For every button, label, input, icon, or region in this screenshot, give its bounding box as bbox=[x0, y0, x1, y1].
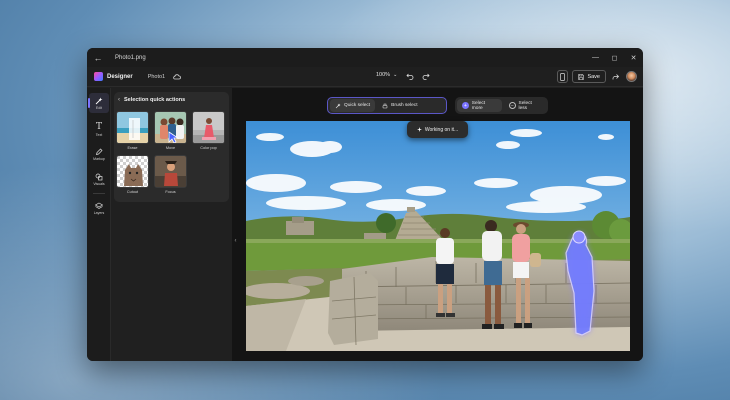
brush-icon bbox=[382, 103, 388, 108]
working-status-toast: Working on it... bbox=[407, 121, 468, 138]
close-button[interactable]: ✕ bbox=[624, 48, 643, 67]
layers-icon bbox=[95, 202, 103, 209]
quick-select-label: Quick select bbox=[344, 103, 371, 108]
rail-label-markup: Markup bbox=[93, 156, 105, 161]
save-label: Save bbox=[587, 73, 600, 80]
select-more-label: Select more bbox=[471, 100, 486, 111]
action-erase[interactable] bbox=[116, 111, 149, 144]
minimize-button[interactable]: — bbox=[586, 48, 605, 67]
zoom-dropdown[interactable]: 100% ⌄ bbox=[376, 72, 397, 78]
ruins-photo bbox=[246, 121, 630, 351]
rail-label-visuals: Visuals bbox=[93, 181, 105, 186]
quick-select-icon bbox=[335, 103, 341, 108]
avatar[interactable] bbox=[626, 71, 637, 82]
action-label-focus: Focus bbox=[165, 190, 176, 194]
select-more-button[interactable]: + Select more bbox=[457, 99, 502, 112]
action-label-color-pop: Color pop bbox=[200, 146, 217, 150]
text-icon: T bbox=[95, 122, 102, 132]
back-arrow-icon[interactable]: ← bbox=[89, 48, 107, 67]
app-name: Designer bbox=[107, 73, 133, 80]
back-chevron-icon[interactable]: ‹ bbox=[118, 97, 120, 103]
rail-item-edit[interactable]: Edit bbox=[88, 93, 109, 113]
action-label-move: Move bbox=[165, 146, 176, 150]
cloud-sync-icon[interactable] bbox=[173, 73, 181, 81]
rail-item-text[interactable]: T Text bbox=[89, 120, 109, 140]
selection-mode-toolbar: Quick select Brush select bbox=[327, 97, 447, 114]
brush-select-label: Brush select bbox=[391, 103, 418, 108]
mobile-preview-button[interactable] bbox=[557, 70, 569, 83]
rail-label-text: Text bbox=[95, 133, 103, 137]
redo-icon[interactable] bbox=[421, 71, 431, 81]
save-icon bbox=[578, 73, 585, 80]
designer-logo-icon bbox=[94, 72, 103, 81]
left-rail: Edit T Text Markup Visuals Layers bbox=[87, 88, 111, 361]
title-bar: ← Photo1.png — ◻ ✕ bbox=[87, 48, 643, 67]
action-color-pop[interactable] bbox=[192, 111, 225, 144]
move-thumbnail bbox=[155, 112, 186, 143]
working-status-text: Working on it... bbox=[424, 126, 459, 133]
pen-icon bbox=[96, 148, 103, 155]
action-focus[interactable] bbox=[154, 155, 187, 188]
cutout-thumbnail bbox=[117, 156, 148, 187]
sparkle-icon bbox=[416, 127, 422, 132]
app-bar: Designer Photo1 100% ⌄ Save bbox=[87, 67, 643, 87]
undo-icon[interactable] bbox=[405, 71, 415, 81]
document-name[interactable]: Photo1 bbox=[148, 74, 165, 80]
rail-label-edit: Edit bbox=[95, 105, 103, 110]
window-title: Photo1.png bbox=[115, 54, 146, 61]
rail-item-markup[interactable]: Markup bbox=[89, 144, 109, 164]
minus-icon: – bbox=[508, 102, 516, 109]
action-cutout[interactable] bbox=[116, 155, 149, 188]
action-move[interactable] bbox=[154, 111, 187, 144]
selection-quick-actions-panel: ‹ Selection quick actions Erase Move Col… bbox=[114, 92, 229, 202]
action-label-cutout: Cutout bbox=[126, 190, 139, 194]
zoom-value: 100% bbox=[376, 72, 391, 78]
select-less-button[interactable]: – Select less bbox=[504, 99, 546, 112]
color-pop-thumbnail bbox=[193, 112, 224, 143]
magic-wand-icon bbox=[95, 97, 103, 104]
photo-canvas-image[interactable] bbox=[246, 121, 630, 351]
focus-thumbnail bbox=[155, 156, 186, 187]
rail-divider bbox=[93, 193, 105, 194]
rail-item-layers[interactable]: Layers bbox=[89, 198, 109, 218]
select-less-label: Select less bbox=[518, 100, 532, 111]
chevron-down-icon: ⌄ bbox=[393, 72, 398, 78]
brush-select-button[interactable]: Brush select bbox=[377, 99, 422, 112]
maximize-button[interactable]: ◻ bbox=[605, 48, 624, 67]
rail-label-layers: Layers bbox=[93, 210, 105, 215]
panel-title: Selection quick actions bbox=[124, 97, 186, 103]
erase-thumbnail bbox=[117, 112, 148, 143]
selection-refine-toolbar: + Select more – Select less bbox=[455, 97, 548, 114]
app-window: ← Photo1.png — ◻ ✕ Designer Photo1 100% … bbox=[87, 48, 643, 361]
rail-item-visuals[interactable]: Visuals bbox=[89, 169, 109, 189]
share-icon[interactable] bbox=[610, 70, 622, 83]
quick-select-button[interactable]: Quick select bbox=[330, 99, 376, 112]
save-button[interactable]: Save bbox=[572, 70, 606, 83]
plus-icon: + bbox=[462, 102, 469, 109]
action-label-erase: Erase bbox=[127, 146, 138, 150]
shapes-icon bbox=[95, 173, 103, 180]
collapse-panel-chevron-icon[interactable]: ‹ bbox=[232, 234, 239, 248]
